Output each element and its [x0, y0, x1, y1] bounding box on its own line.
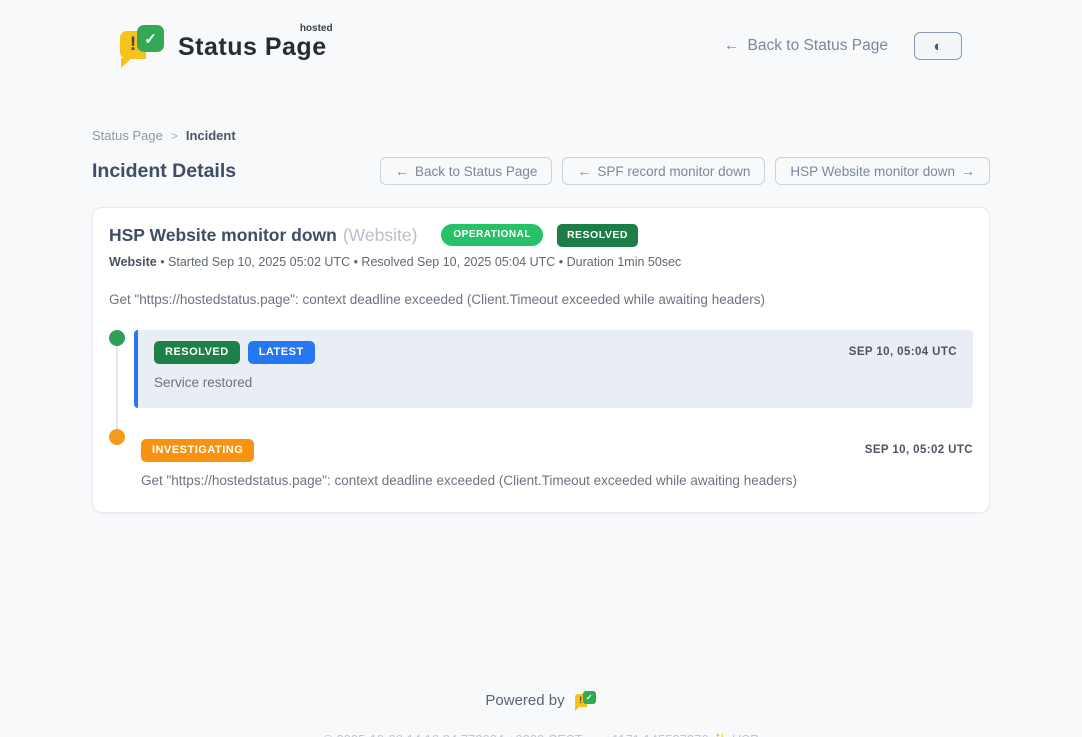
- arrow-left-icon: ←: [395, 163, 409, 179]
- latest-badge: LATEST: [248, 341, 315, 364]
- timeline-connector-line: [116, 340, 118, 439]
- incident-meta-details: • Started Sep 10, 2025 05:02 UTC • Resol…: [160, 255, 681, 269]
- page-footer: Powered by ! ✓ © 2025-10-08 14:10:34.772…: [92, 691, 990, 737]
- incident-timeline: RESOLVED LATEST SEP 10, 05:04 UTC Servic…: [109, 330, 973, 488]
- next-incident-label: HSP Website monitor down: [790, 164, 955, 179]
- timeline-entry-header: RESOLVED LATEST SEP 10, 05:04 UTC: [154, 341, 957, 364]
- copyright-text: © 2025-10-08 14:10:34.772084 +0200 CEST …: [92, 732, 990, 737]
- timeline-entry-badges: RESOLVED LATEST: [154, 341, 315, 364]
- timeline-entry-investigating: INVESTIGATING SEP 10, 05:02 UTC Get "htt…: [141, 439, 973, 488]
- timeline-entry-date: SEP 10, 05:02 UTC: [865, 444, 973, 456]
- theme-toggle-button[interactable]: ◐: [914, 32, 962, 60]
- powered-by-row: Powered by ! ✓: [92, 691, 990, 711]
- breadcrumb-status-page[interactable]: Status Page: [92, 128, 163, 143]
- brand-hosted-label: hosted: [300, 23, 333, 34]
- contrast-icon: ◐: [933, 39, 942, 54]
- timeline-entry-resolved: RESOLVED LATEST SEP 10, 05:04 UTC Servic…: [134, 330, 973, 408]
- back-button-label: Back to Status Page: [415, 164, 537, 179]
- timeline-entry-message: Get "https://hostedstatus.page": context…: [141, 473, 973, 488]
- brand-name: Status Page hosted: [178, 25, 327, 62]
- timeline-entry-message: Service restored: [154, 375, 957, 390]
- breadcrumb-separator-icon: >: [171, 129, 178, 143]
- status-page-mini-logo-icon[interactable]: ! ✓: [575, 691, 597, 711]
- investigating-badge: INVESTIGATING: [141, 439, 254, 462]
- page-title: Incident Details: [92, 160, 236, 183]
- incident-title: HSP Website monitor down: [109, 225, 337, 246]
- check-icon: ✓: [583, 691, 596, 704]
- breadcrumb-incident: Incident: [186, 128, 236, 143]
- timeline-dot-resolved: [109, 330, 125, 346]
- brand-logo[interactable]: ! ✓ Status Page hosted: [120, 25, 327, 67]
- powered-by-label: Powered by: [485, 692, 564, 709]
- next-incident-button[interactable]: HSP Website monitor down →: [775, 157, 990, 185]
- incident-title-row: HSP Website monitor down (Website) OPERA…: [109, 224, 973, 247]
- site-header: ! ✓ Status Page hosted ← Back to Status …: [0, 0, 1082, 76]
- back-to-status-page-button[interactable]: ← Back to Status Page: [380, 157, 552, 185]
- arrow-left-icon: ←: [577, 163, 591, 179]
- prev-incident-button[interactable]: ← SPF record monitor down: [562, 157, 765, 185]
- brand-name-text: Status Page: [178, 33, 327, 61]
- main-content: Status Page > Incident Incident Details …: [92, 128, 990, 737]
- arrow-right-icon: →: [961, 163, 975, 179]
- incident-meta: Website • Started Sep 10, 2025 05:02 UTC…: [109, 255, 973, 269]
- check-icon: ✓: [137, 25, 164, 52]
- incident-component: (Website): [343, 225, 418, 246]
- header-back-to-status-page-link[interactable]: ← Back to Status Page: [724, 37, 888, 55]
- status-page-logo-icon: ! ✓: [120, 25, 166, 67]
- incident-service-name: Website: [109, 255, 157, 269]
- prev-incident-label: SPF record monitor down: [597, 164, 750, 179]
- incident-nav-buttons: ← Back to Status Page ← SPF record monito…: [380, 157, 990, 185]
- incident-card: HSP Website monitor down (Website) OPERA…: [92, 207, 990, 513]
- operational-status-badge: OPERATIONAL: [441, 224, 543, 246]
- timeline-entry-header: INVESTIGATING SEP 10, 05:02 UTC: [141, 439, 973, 462]
- arrow-left-icon: ←: [724, 37, 740, 55]
- breadcrumb: Status Page > Incident: [92, 128, 990, 143]
- header-actions: ← Back to Status Page ◐: [724, 32, 962, 60]
- resolved-status-badge: RESOLVED: [557, 224, 638, 247]
- header-back-link-label: Back to Status Page: [748, 37, 888, 55]
- resolved-badge: RESOLVED: [154, 341, 240, 364]
- timeline-dot-investigating: [109, 429, 125, 445]
- timeline-entry-date: SEP 10, 05:04 UTC: [849, 346, 957, 358]
- page-heading-row: Incident Details ← Back to Status Page ←…: [92, 157, 990, 185]
- timeline-entry-badges: INVESTIGATING: [141, 439, 254, 462]
- incident-description: Get "https://hostedstatus.page": context…: [109, 292, 973, 307]
